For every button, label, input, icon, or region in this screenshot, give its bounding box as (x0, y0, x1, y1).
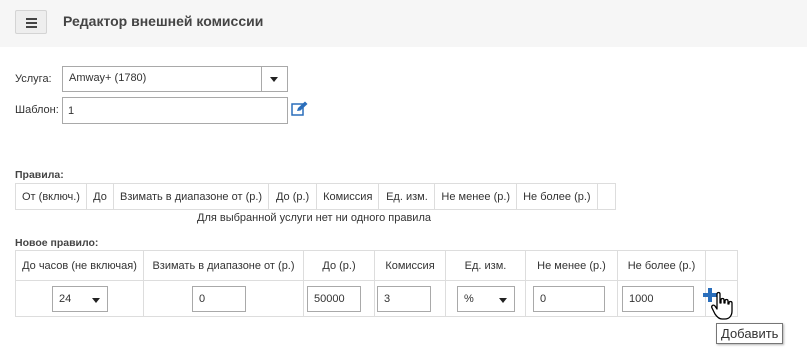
menu-button[interactable] (15, 10, 47, 34)
new-rule-col-max: Не более (р.) (617, 250, 706, 281)
new-rule-col-commission: Комиссия (374, 250, 446, 281)
service-label: Услуга: (15, 73, 52, 85)
new-rule-col-actions (705, 250, 738, 281)
add-tooltip: Добавить (716, 323, 784, 344)
commission-input[interactable] (377, 286, 431, 312)
rules-col-actions (596, 183, 616, 210)
new-rule-col-unit: Ед. изм. (445, 250, 526, 281)
rules-col-range-from: Взимать в диапазоне от (р.) (112, 183, 270, 210)
template-input[interactable] (62, 97, 288, 124)
rules-col-min: Не менее (р.) (434, 183, 518, 210)
max-input[interactable] (622, 286, 694, 312)
rules-col-range-to: До (р.) (268, 183, 318, 210)
new-rule-header-row: До часов (не включая) Взимать в диапазон… (15, 250, 738, 281)
new-rule-cell-hours: 24 (15, 280, 144, 317)
page-title: Редактор внешней комиссии (63, 13, 264, 29)
new-rule-cell-range-to (303, 280, 375, 317)
new-rule-cell-range-from (143, 280, 304, 317)
add-rule-button[interactable] (703, 288, 739, 324)
new-rule-cell-unit: % (445, 280, 526, 317)
service-select-toggle[interactable] (261, 67, 287, 91)
new-rule-col-min: Не менее (р.) (525, 250, 618, 281)
plus-icon (703, 288, 717, 302)
rules-col-from: От (включ.) (15, 183, 87, 210)
edit-icon[interactable] (291, 101, 309, 117)
min-input[interactable] (533, 286, 605, 312)
range-from-input[interactable] (192, 286, 246, 312)
hours-select[interactable]: 24 (52, 286, 108, 312)
hours-select-value: 24 (59, 293, 72, 305)
rules-col-max: Не более (р.) (516, 183, 598, 210)
rules-header-row: От (включ.) До Взимать в диапазоне от (р… (15, 183, 616, 210)
unit-select[interactable]: % (457, 286, 515, 312)
new-rule-table: До часов (не включая) Взимать в диапазон… (15, 250, 738, 317)
rules-table: От (включ.) До Взимать в диапазоне от (р… (15, 183, 616, 210)
rules-title: Правила: (15, 169, 64, 181)
rules-col-to: До (86, 183, 114, 210)
page-header: Редактор внешней комиссии (0, 0, 807, 47)
chevron-down-icon (92, 298, 100, 303)
rules-empty-message: Для выбранной услуги нет ни одного прави… (197, 212, 431, 224)
new-rule-col-range-to: До (р.) (303, 250, 375, 281)
rules-col-commission: Комиссия (316, 183, 380, 210)
hamburger-icon (26, 18, 37, 20)
new-rule-title: Новое правило: (15, 237, 99, 249)
rules-col-unit: Ед. изм. (378, 183, 436, 210)
unit-select-value: % (464, 293, 474, 305)
new-rule-cell-commission (374, 280, 446, 317)
new-rule-cell-min (525, 280, 618, 317)
template-label: Шаблон: (15, 104, 59, 116)
new-rule-input-row: 24 % (15, 280, 738, 317)
range-to-input[interactable] (307, 286, 361, 312)
service-select-value: Amway+ (1780) (69, 72, 147, 84)
chevron-down-icon (270, 77, 278, 82)
service-select[interactable]: Amway+ (1780) (62, 66, 288, 92)
new-rule-col-hours: До часов (не включая) (15, 250, 144, 281)
chevron-down-icon (499, 298, 507, 303)
new-rule-cell-max (617, 280, 706, 317)
new-rule-col-range-from: Взимать в диапазоне от (р.) (143, 250, 304, 281)
